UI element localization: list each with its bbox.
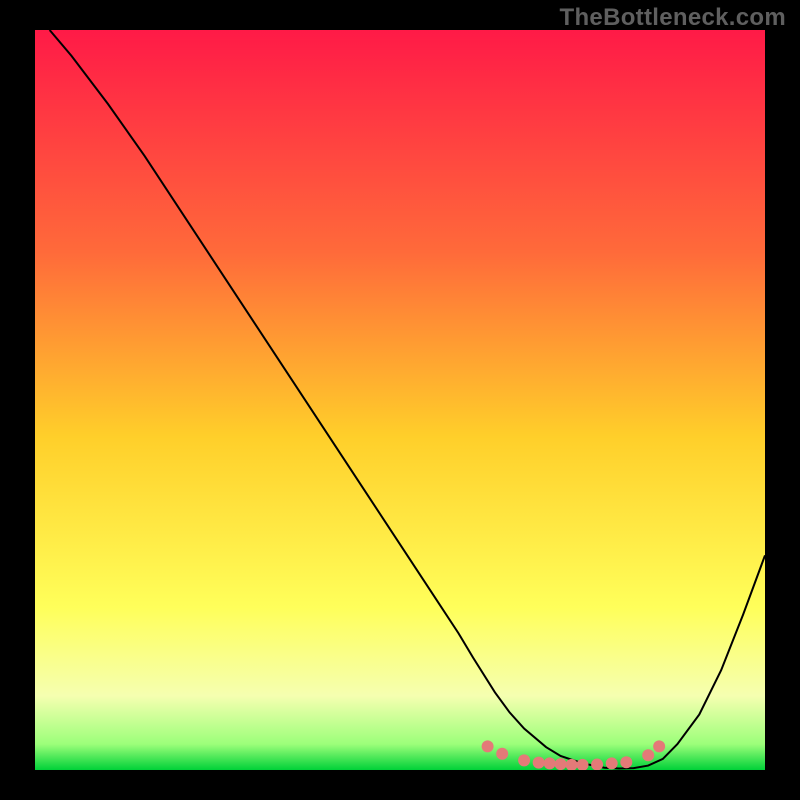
marker-dot [555, 758, 567, 770]
chart-svg [35, 30, 765, 770]
marker-dot [482, 740, 494, 752]
marker-dot [533, 757, 545, 769]
marker-dot [653, 740, 665, 752]
marker-dot [620, 756, 632, 768]
marker-dot [591, 758, 603, 770]
gradient-background [35, 30, 765, 770]
marker-dot [496, 748, 508, 760]
page-root: TheBottleneck.com [0, 0, 800, 800]
marker-dot [606, 757, 618, 769]
plot-area [35, 30, 765, 770]
marker-dot [544, 757, 556, 769]
marker-dot [642, 749, 654, 761]
marker-dot [518, 754, 530, 766]
watermark-text: TheBottleneck.com [560, 4, 786, 32]
